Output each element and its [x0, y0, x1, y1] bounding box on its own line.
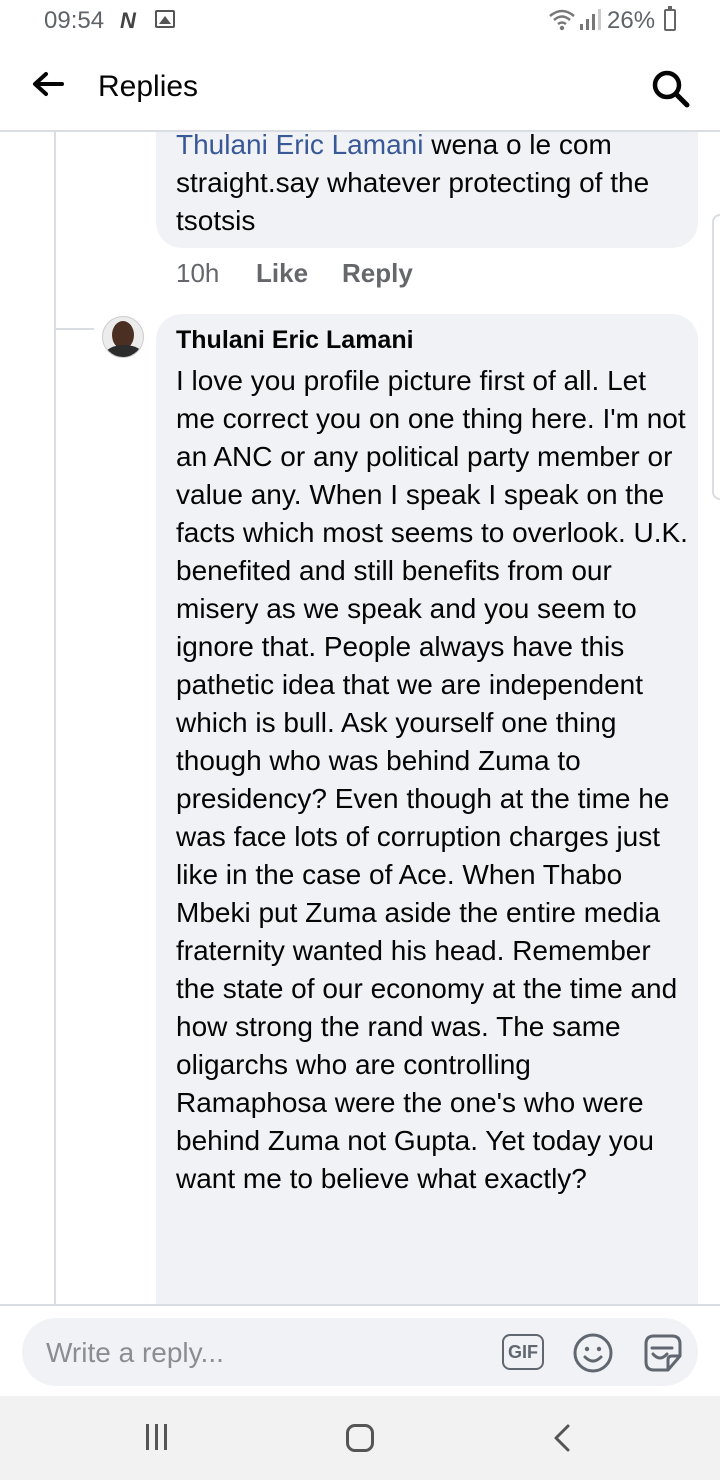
reply-button[interactable]: Reply — [342, 258, 413, 289]
emoji-icon[interactable] — [572, 1332, 614, 1374]
thread-line — [54, 132, 56, 1304]
wifi-icon — [549, 9, 575, 31]
home-icon[interactable] — [346, 1424, 374, 1452]
battery-percent: 26% — [607, 7, 656, 34]
back-arrow-icon[interactable] — [26, 62, 70, 106]
back-chevron-icon[interactable] — [548, 1422, 578, 1454]
like-button[interactable]: Like — [256, 258, 308, 289]
status-time: 09:54 — [44, 7, 105, 34]
thread-connector — [56, 328, 94, 330]
avatar[interactable] — [102, 316, 144, 358]
gif-button[interactable]: GIF — [502, 1334, 544, 1370]
reply-text: I love you profile picture first of all.… — [176, 365, 688, 1194]
sticker-icon[interactable] — [640, 1330, 686, 1376]
scrollbar[interactable] — [712, 214, 720, 500]
search-icon[interactable] — [648, 66, 692, 110]
signal-icon — [580, 9, 601, 30]
system-nav-bar — [0, 1396, 720, 1480]
battery-icon — [664, 6, 676, 31]
comments-thread[interactable]: Thulani Eric Lamani wena o le com straig… — [0, 132, 720, 1304]
notification-n-icon: N — [120, 8, 136, 33]
mention-link[interactable]: Thulani Eric Lamani — [176, 132, 423, 160]
top-bar: Replies — [0, 44, 720, 132]
composer-field[interactable]: GIF — [22, 1318, 698, 1388]
recent-apps-icon[interactable] — [146, 1424, 172, 1452]
comment-timestamp: 10h — [176, 258, 220, 288]
reply-input[interactable] — [44, 1318, 468, 1388]
reply-composer: GIF — [0, 1304, 720, 1396]
gallery-notification-icon — [155, 10, 175, 28]
status-bar: 09:54 N 26% — [0, 0, 720, 44]
page-title: Replies — [98, 70, 199, 103]
comment-text: Thulani Eric Lamani wena o le com straig… — [176, 132, 686, 240]
comment-author[interactable]: Thulani Eric Lamani — [176, 326, 414, 355]
